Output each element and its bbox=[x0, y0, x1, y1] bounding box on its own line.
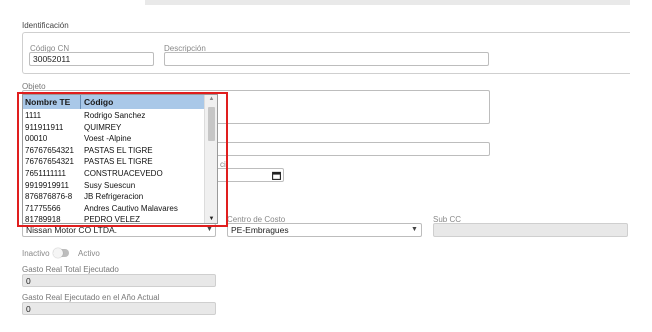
active-toggle[interactable] bbox=[53, 248, 69, 258]
top-bar bbox=[145, 0, 630, 5]
highlight-box bbox=[17, 92, 228, 227]
gasto-anio-label: Gasto Real Ejecutado en el Año Actual bbox=[22, 293, 160, 302]
toggle-on-label: Activo bbox=[78, 249, 100, 258]
chevron-down-icon[interactable]: ▼ bbox=[206, 226, 213, 233]
gasto-total-label: Gasto Real Total Ejecutado bbox=[22, 265, 119, 274]
section-title: Identificación bbox=[22, 21, 69, 30]
centro-costo-select[interactable]: PE-Embragues ▼ bbox=[227, 223, 422, 237]
gasto-total-input: 0 bbox=[22, 274, 216, 287]
calendar-icon[interactable] bbox=[272, 171, 281, 180]
toggle-off-label: Inactivo bbox=[22, 249, 50, 258]
gasto-anio-input: 0 bbox=[22, 302, 216, 315]
sub-cc-input bbox=[433, 223, 628, 237]
gasto-anio-value: 0 bbox=[26, 303, 31, 314]
chevron-down-icon[interactable]: ▼ bbox=[411, 226, 418, 233]
codigo-cn-value: 30052011 bbox=[33, 54, 71, 64]
descripcion-input[interactable] bbox=[164, 52, 489, 66]
codigo-cn-input[interactable]: 30052011 bbox=[29, 52, 154, 66]
centro-costo-value: PE-Embragues bbox=[231, 225, 289, 235]
toggle-knob bbox=[53, 248, 63, 258]
gasto-total-value: 0 bbox=[26, 275, 31, 286]
